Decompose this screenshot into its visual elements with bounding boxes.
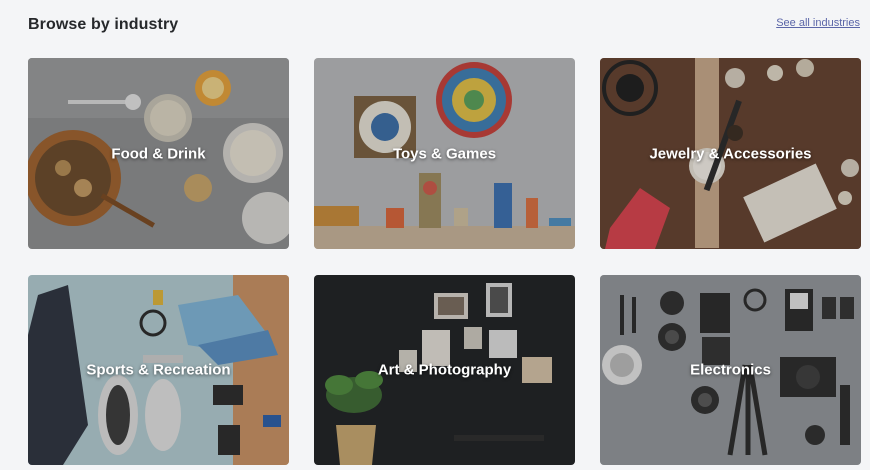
industry-card-electronics[interactable]: Electronics <box>600 275 861 465</box>
industry-label: Art & Photography <box>377 361 512 379</box>
industry-card-art-photography[interactable]: Art & Photography <box>314 275 575 465</box>
industry-card-sports-recreation[interactable]: Sports & Recreation <box>28 275 289 465</box>
section-title: Browse by industry <box>28 16 179 33</box>
industry-label: Toys & Games <box>392 145 497 162</box>
industry-label: Sports & Recreation <box>86 361 231 379</box>
industry-card-jewelry-accessories[interactable]: Jewelry & Accessories <box>600 58 861 249</box>
section-header: Browse by industry See all industries <box>28 16 860 40</box>
industry-label: Jewelry & Accessories <box>649 145 812 162</box>
industry-card-food-drink[interactable]: Food & Drink <box>28 58 289 249</box>
see-all-industries-link[interactable]: See all industries <box>776 17 860 29</box>
industry-label: Electronics <box>690 361 771 379</box>
industry-label: Food & Drink <box>111 145 206 162</box>
industry-card-toys-games[interactable]: Toys & Games <box>314 58 575 249</box>
